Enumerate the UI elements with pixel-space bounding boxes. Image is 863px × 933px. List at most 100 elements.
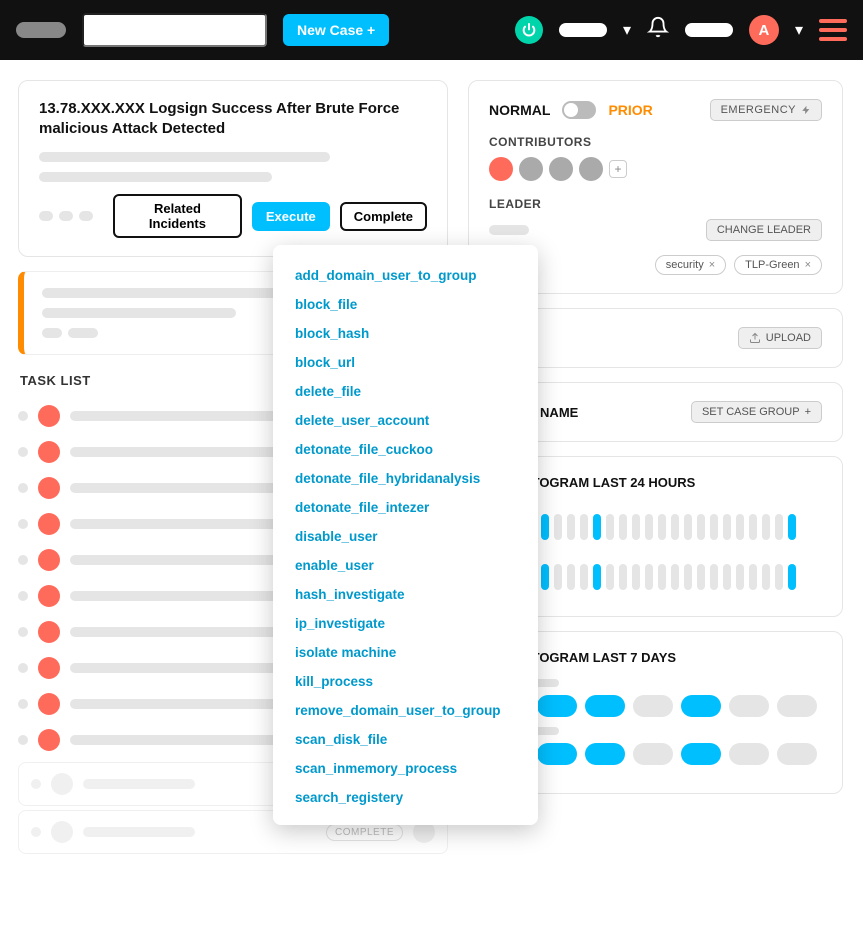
search-input[interactable] — [82, 13, 267, 47]
dropdown-item-delete-file[interactable]: delete_file — [281, 377, 530, 406]
power-icon[interactable] — [515, 16, 543, 44]
dropdown-item-hash-investigate[interactable]: hash_investigate — [281, 580, 530, 609]
dropdown-item-kill-process[interactable]: kill_process — [281, 667, 530, 696]
add-contributor-button[interactable]: + — [609, 160, 627, 178]
avatar[interactable]: A — [749, 15, 779, 45]
tag-tlp-green[interactable]: TLP-Green× — [734, 255, 822, 275]
execute-action-dropdown[interactable]: add_domain_user_to_groupblock_fileblock_… — [273, 245, 538, 825]
histogram-bar — [593, 564, 601, 590]
histogram-pill — [585, 695, 625, 717]
status-dot — [79, 211, 93, 221]
histogram-bar — [619, 514, 627, 540]
histogram-bar — [684, 564, 692, 590]
histogram-row — [489, 514, 822, 540]
histogram-bar — [645, 564, 653, 590]
dropdown-item-delete-user-account[interactable]: delete_user_account — [281, 406, 530, 435]
bell-icon[interactable] — [647, 16, 669, 44]
dropdown-item-detonate-file-hybridanalysis[interactable]: detonate_file_hybridanalysis — [281, 464, 530, 493]
task-dot — [18, 735, 28, 745]
task-dot — [18, 555, 28, 565]
set-case-group-button[interactable]: SET CASE GROUP + — [691, 401, 822, 423]
emergency-button[interactable]: EMERGENCY — [710, 99, 822, 121]
contributors-row: + — [489, 157, 822, 181]
histogram-bar — [775, 564, 783, 590]
menu-icon[interactable] — [819, 19, 847, 41]
histogram-pill — [729, 743, 769, 765]
tag-remove-icon[interactable]: × — [709, 259, 715, 271]
task-dot — [31, 779, 41, 789]
dropdown-item-search-registery[interactable]: search_registery — [281, 783, 530, 812]
histogram-bar — [671, 564, 679, 590]
histogram-bar — [788, 514, 796, 540]
plus-icon: + — [805, 406, 811, 418]
upload-button[interactable]: UPLOAD — [738, 327, 822, 349]
priority-prior-label: PRIOR — [608, 102, 652, 118]
dropdown-item-detonate-file-cuckoo[interactable]: detonate_file_cuckoo — [281, 435, 530, 464]
skeleton-line — [83, 779, 195, 789]
histogram-bar — [645, 514, 653, 540]
task-dot — [18, 447, 28, 457]
dropdown-item-remove-domain-user-to-group[interactable]: remove_domain_user_to_group — [281, 696, 530, 725]
status-dot — [42, 328, 62, 338]
histogram-bar — [606, 514, 614, 540]
histogram-bar — [580, 564, 588, 590]
dropdown-item-enable-user[interactable]: enable_user — [281, 551, 530, 580]
histogram-bar — [619, 564, 627, 590]
contributor-avatar[interactable] — [579, 157, 603, 181]
dropdown-item-scan-inmemory-process[interactable]: scan_inmemory_process — [281, 754, 530, 783]
priority-toggle[interactable] — [562, 101, 596, 119]
skeleton-line — [489, 225, 529, 235]
contributor-avatar[interactable] — [519, 157, 543, 181]
histogram-bar — [658, 564, 666, 590]
change-leader-button[interactable]: CHANGE LEADER — [706, 219, 822, 241]
histogram-pill — [537, 743, 577, 765]
histogram-bar — [736, 514, 744, 540]
histogram-bar — [606, 564, 614, 590]
task-dot — [18, 699, 28, 709]
dropdown-item-disable-user[interactable]: disable_user — [281, 522, 530, 551]
histogram-bar — [788, 564, 796, 590]
task-status-dot — [38, 441, 60, 463]
task-status-dot — [38, 657, 60, 679]
status-pill — [559, 23, 607, 37]
execute-button[interactable]: Execute — [252, 202, 330, 231]
dropdown-item-isolate-machine[interactable]: isolate machine — [281, 638, 530, 667]
related-incidents-button[interactable]: Related Incidents — [113, 194, 242, 238]
histogram-pill — [777, 695, 817, 717]
task-dot — [18, 627, 28, 637]
dropdown-item-block-hash[interactable]: block_hash — [281, 319, 530, 348]
task-dot — [18, 663, 28, 673]
histogram-24h-title: NT HISTOGRAM LAST 24 HOURS — [489, 475, 822, 490]
skeleton-line — [42, 308, 236, 318]
priority-normal-label: NORMAL — [489, 102, 550, 118]
contributor-avatar[interactable] — [549, 157, 573, 181]
histogram-bar — [697, 564, 705, 590]
histogram-bar — [736, 564, 744, 590]
histogram-bar — [658, 514, 666, 540]
task-dot — [18, 591, 28, 601]
contributor-avatar[interactable] — [489, 157, 513, 181]
dropdown-item-ip-investigate[interactable]: ip_investigate — [281, 609, 530, 638]
chevron-down-icon[interactable]: ▾ — [623, 20, 631, 40]
dropdown-item-block-url[interactable]: block_url — [281, 348, 530, 377]
complete-button[interactable]: Complete — [340, 202, 427, 231]
upload-icon — [749, 332, 761, 344]
dropdown-item-add-domain-user-to-group[interactable]: add_domain_user_to_group — [281, 261, 530, 290]
histogram-row — [489, 743, 822, 765]
dropdown-item-detonate-file-intezer[interactable]: detonate_file_intezer — [281, 493, 530, 522]
histogram-bar — [762, 564, 770, 590]
dropdown-item-scan-disk-file[interactable]: scan_disk_file — [281, 725, 530, 754]
new-case-button[interactable]: New Case + — [283, 14, 389, 46]
task-status-dot — [38, 549, 60, 571]
task-status-dot — [38, 693, 60, 715]
tags-row: security× TLP-Green× — [655, 255, 822, 275]
status-dot — [39, 211, 53, 221]
task-status-dot — [38, 585, 60, 607]
tag-security[interactable]: security× — [655, 255, 726, 275]
histogram-bar — [541, 564, 549, 590]
tag-remove-icon[interactable]: × — [805, 259, 811, 271]
emergency-label: EMERGENCY — [721, 104, 796, 116]
chevron-down-icon[interactable]: ▾ — [795, 20, 803, 40]
dropdown-item-block-file[interactable]: block_file — [281, 290, 530, 319]
contributors-label: CONTRIBUTORS — [489, 135, 822, 149]
